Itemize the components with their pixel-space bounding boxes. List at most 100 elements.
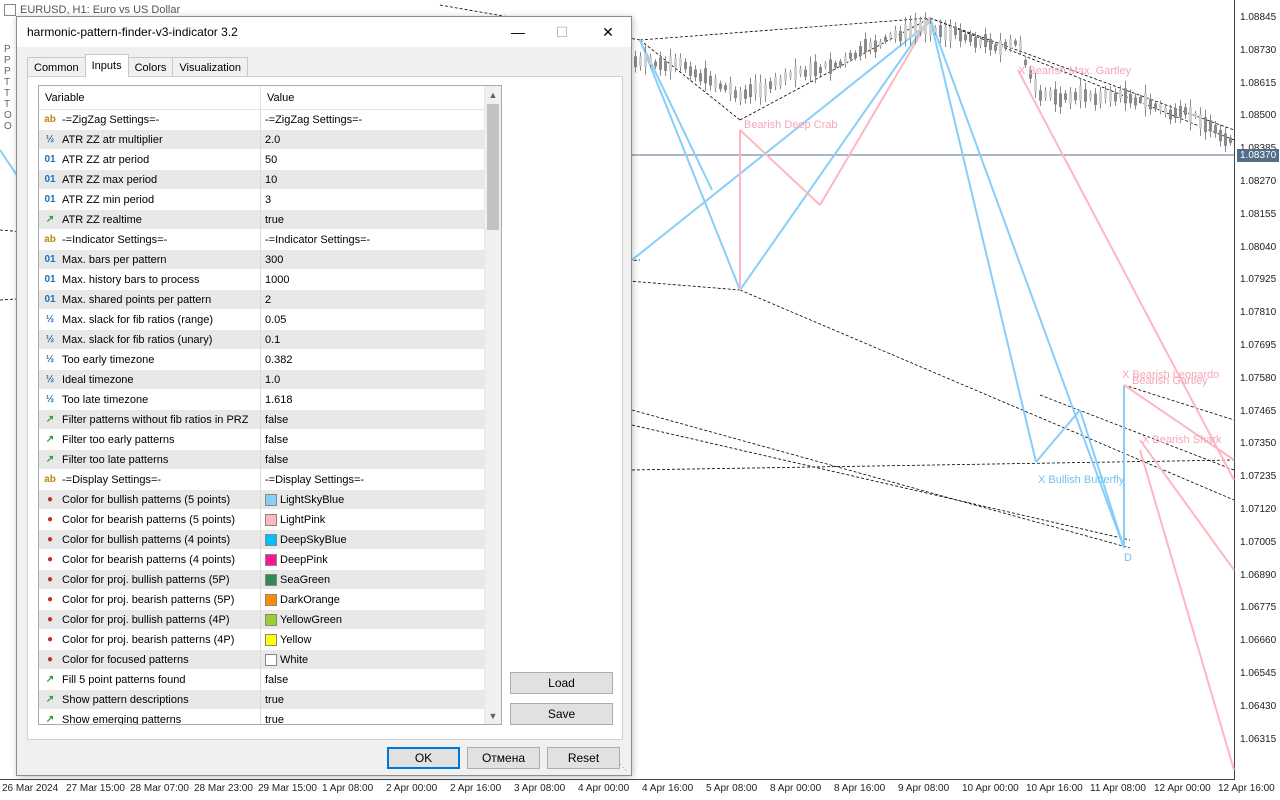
table-row[interactable]: 01 ATR ZZ max period 10 (39, 169, 485, 190)
value-cell[interactable]: 1.0 (261, 370, 485, 390)
scroll-up-button[interactable]: ▲ (485, 86, 501, 103)
color-swatch[interactable] (265, 653, 277, 666)
table-row[interactable]: ● Color for bullish patterns (5 points) Li… (39, 489, 485, 510)
table-row[interactable]: ↗ Show emerging patterns true (39, 709, 485, 725)
table-row[interactable]: ● Color for focused patterns White (39, 649, 485, 670)
table-row[interactable]: 01 ATR ZZ atr period 50 (39, 149, 485, 170)
table-row[interactable]: 01 Max. bars per pattern 300 (39, 249, 485, 270)
close-button[interactable]: ✕ (585, 17, 631, 47)
table-row[interactable]: ½ Max. slack for fib ratios (range) 0.05 (39, 309, 485, 330)
column-header-value[interactable]: Value (261, 86, 485, 109)
value-cell[interactable]: 1.618 (261, 390, 485, 410)
tab-colors[interactable]: Colors (127, 57, 174, 77)
cancel-button[interactable]: Отмена (467, 747, 540, 769)
color-swatch[interactable] (265, 593, 277, 606)
variable-cell: ab -=ZigZag Settings=- (39, 109, 261, 130)
value-cell[interactable]: true (261, 210, 485, 230)
value-cell[interactable]: YellowGreen (261, 610, 485, 630)
color-swatch[interactable] (265, 553, 277, 566)
value-cell[interactable]: 300 (261, 250, 485, 270)
save-button[interactable]: Save (510, 703, 613, 725)
table-row[interactable]: ½ Max. slack for fib ratios (unary) 0.1 (39, 329, 485, 350)
value-cell[interactable]: LightSkyBlue (261, 490, 485, 510)
value-cell[interactable]: LightPink (261, 510, 485, 530)
value-cell[interactable]: -=ZigZag Settings=- (261, 110, 485, 130)
value-cell[interactable]: false (261, 670, 485, 690)
column-header-variable[interactable]: Variable (39, 86, 261, 109)
value-cell[interactable]: White (261, 650, 485, 670)
table-row[interactable]: ↗ Show pattern descriptions true (39, 689, 485, 710)
table-row[interactable]: 01 Max. shared points per pattern 2 (39, 289, 485, 310)
value-cell[interactable]: true (261, 710, 485, 725)
value-cell[interactable]: false (261, 410, 485, 430)
table-row[interactable]: ● Color for bullish patterns (4 points) De… (39, 529, 485, 550)
value-cell[interactable]: -=Display Settings=- (261, 470, 485, 490)
color-swatch[interactable] (265, 533, 277, 546)
value-cell[interactable]: 3 (261, 190, 485, 210)
candle-body (979, 39, 982, 46)
value-cell[interactable]: 1000 (261, 270, 485, 290)
load-button[interactable]: Load (510, 672, 613, 694)
value-cell[interactable]: false (261, 430, 485, 450)
table-row[interactable]: 01 Max. history bars to process 1000 (39, 269, 485, 290)
minimize-button[interactable]: — (495, 17, 541, 47)
table-row[interactable]: ● Color for proj. bearish patterns (4P) Ye… (39, 629, 485, 650)
table-row[interactable]: ab -=ZigZag Settings=- -=ZigZag Settings=- (39, 109, 485, 130)
table-row[interactable]: ● Color for bearish patterns (4 points) De… (39, 549, 485, 570)
table-row[interactable]: 01 ATR ZZ min period 3 (39, 189, 485, 210)
reset-button[interactable]: Reset (547, 747, 620, 769)
value-cell[interactable]: Yellow (261, 630, 485, 650)
value-cell[interactable]: DeepSkyBlue (261, 530, 485, 550)
candle-body (874, 40, 877, 53)
value-cell[interactable]: DarkOrange (261, 590, 485, 610)
value-cell[interactable]: 10 (261, 170, 485, 190)
scroll-down-button[interactable]: ▼ (485, 707, 501, 724)
value-cell[interactable]: true (261, 690, 485, 710)
price-axis-label: 1.08040 (1240, 241, 1277, 253)
value-cell[interactable]: 2 (261, 290, 485, 310)
ok-button[interactable]: OK (387, 747, 460, 769)
value-cell[interactable]: DeepPink (261, 550, 485, 570)
scrollbar-thumb[interactable] (487, 104, 499, 230)
value-cell[interactable]: 50 (261, 150, 485, 170)
table-row[interactable]: ● Color for proj. bearish patterns (5P) Da… (39, 589, 485, 610)
table-row[interactable]: ● Color for proj. bullish patterns (5P) Se… (39, 569, 485, 590)
tab-visualization[interactable]: Visualization (172, 57, 248, 77)
variable-value: true (265, 713, 284, 725)
table-row[interactable]: ½ Too late timezone 1.618 (39, 389, 485, 410)
color-swatch[interactable] (265, 633, 277, 646)
price-axis-label: 1.07810 (1240, 307, 1277, 319)
table-row[interactable]: ½ Ideal timezone 1.0 (39, 369, 485, 390)
maximize-button[interactable]: ☐ (539, 17, 585, 47)
vertical-scrollbar[interactable]: ▲ ▼ (484, 86, 501, 724)
value-cell[interactable]: 2.0 (261, 130, 485, 150)
resize-grip-icon[interactable]: ⋱ (619, 763, 629, 773)
table-row[interactable]: ↗ Filter too early patterns false (39, 429, 485, 450)
value-cell[interactable]: -=Indicator Settings=- (261, 230, 485, 250)
table-row[interactable]: ↗ Filter too late patterns false (39, 449, 485, 470)
value-cell[interactable]: 0.382 (261, 350, 485, 370)
table-row[interactable]: ● Color for proj. bullish patterns (4P) Ye… (39, 609, 485, 630)
candle-body (829, 59, 832, 74)
tab-common[interactable]: Common (27, 57, 86, 77)
color-swatch[interactable] (265, 493, 277, 506)
value-cell[interactable]: 0.1 (261, 330, 485, 350)
double-type-icon: ½ (45, 314, 55, 325)
table-row[interactable]: ½ ATR ZZ atr multiplier 2.0 (39, 129, 485, 150)
dialog-titlebar[interactable]: harmonic-pattern-finder-v3-indicator 3.2… (17, 17, 631, 47)
table-row[interactable]: ab -=Indicator Settings=- -=Indicator Sett… (39, 229, 485, 250)
chart-title-text: EURUSD, H1: Euro vs US Dollar (20, 4, 181, 16)
table-row[interactable]: ● Color for bearish patterns (5 points) Li… (39, 509, 485, 530)
color-swatch[interactable] (265, 613, 277, 626)
table-row[interactable]: ↗ Fill 5 point patterns found false (39, 669, 485, 690)
color-swatch[interactable] (265, 573, 277, 586)
table-row[interactable]: ab -=Display Settings=- -=Display Settings… (39, 469, 485, 490)
table-row[interactable]: ↗ Filter patterns without fib ratios in P… (39, 409, 485, 430)
table-row[interactable]: ½ Too early timezone 0.382 (39, 349, 485, 370)
tab-inputs[interactable]: Inputs (84, 54, 129, 77)
table-row[interactable]: ↗ ATR ZZ realtime true (39, 209, 485, 230)
value-cell[interactable]: SeaGreen (261, 570, 485, 590)
color-swatch[interactable] (265, 513, 277, 526)
value-cell[interactable]: 0.05 (261, 310, 485, 330)
value-cell[interactable]: false (261, 450, 485, 470)
